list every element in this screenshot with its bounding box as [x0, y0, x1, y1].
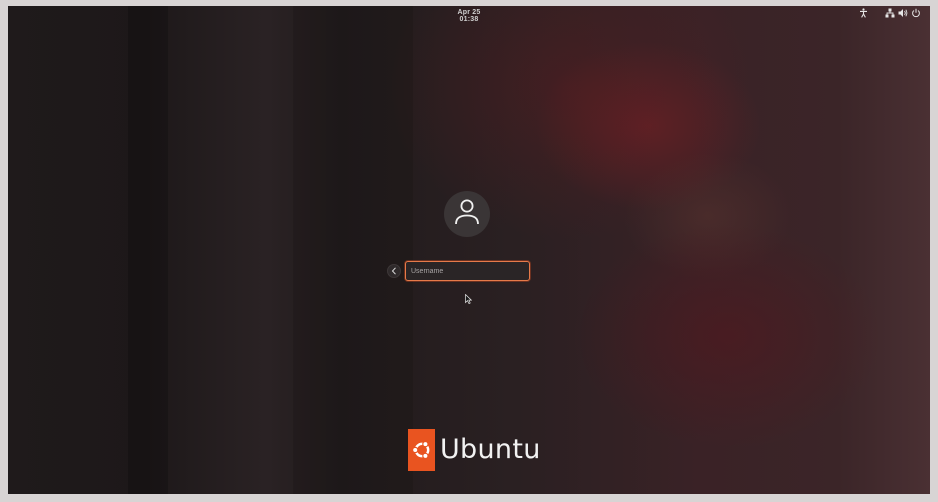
mouse-pointer: [465, 291, 473, 309]
user-icon: [454, 198, 480, 231]
back-button[interactable]: [387, 264, 401, 278]
user-avatar: [444, 191, 490, 237]
volume-icon[interactable]: [898, 8, 908, 18]
top-bar: Apr 25 01:38: [8, 6, 930, 23]
power-icon[interactable]: [911, 8, 921, 18]
network-icon[interactable]: [885, 8, 895, 18]
username-input[interactable]: [405, 261, 530, 281]
background-shade: [128, 6, 168, 494]
chevron-left-icon: [391, 262, 397, 280]
date-time[interactable]: Apr 25 01:38: [448, 9, 490, 23]
ubuntu-branding: Ubuntu: [408, 429, 541, 471]
accessibility-icon[interactable]: [859, 8, 868, 18]
brand-name: Ubuntu: [440, 434, 541, 465]
login-screen: Apr 25 01:38 Username Ubuntu: [8, 6, 930, 494]
ubuntu-logo-icon: [408, 429, 435, 471]
background-shade: [293, 6, 413, 494]
